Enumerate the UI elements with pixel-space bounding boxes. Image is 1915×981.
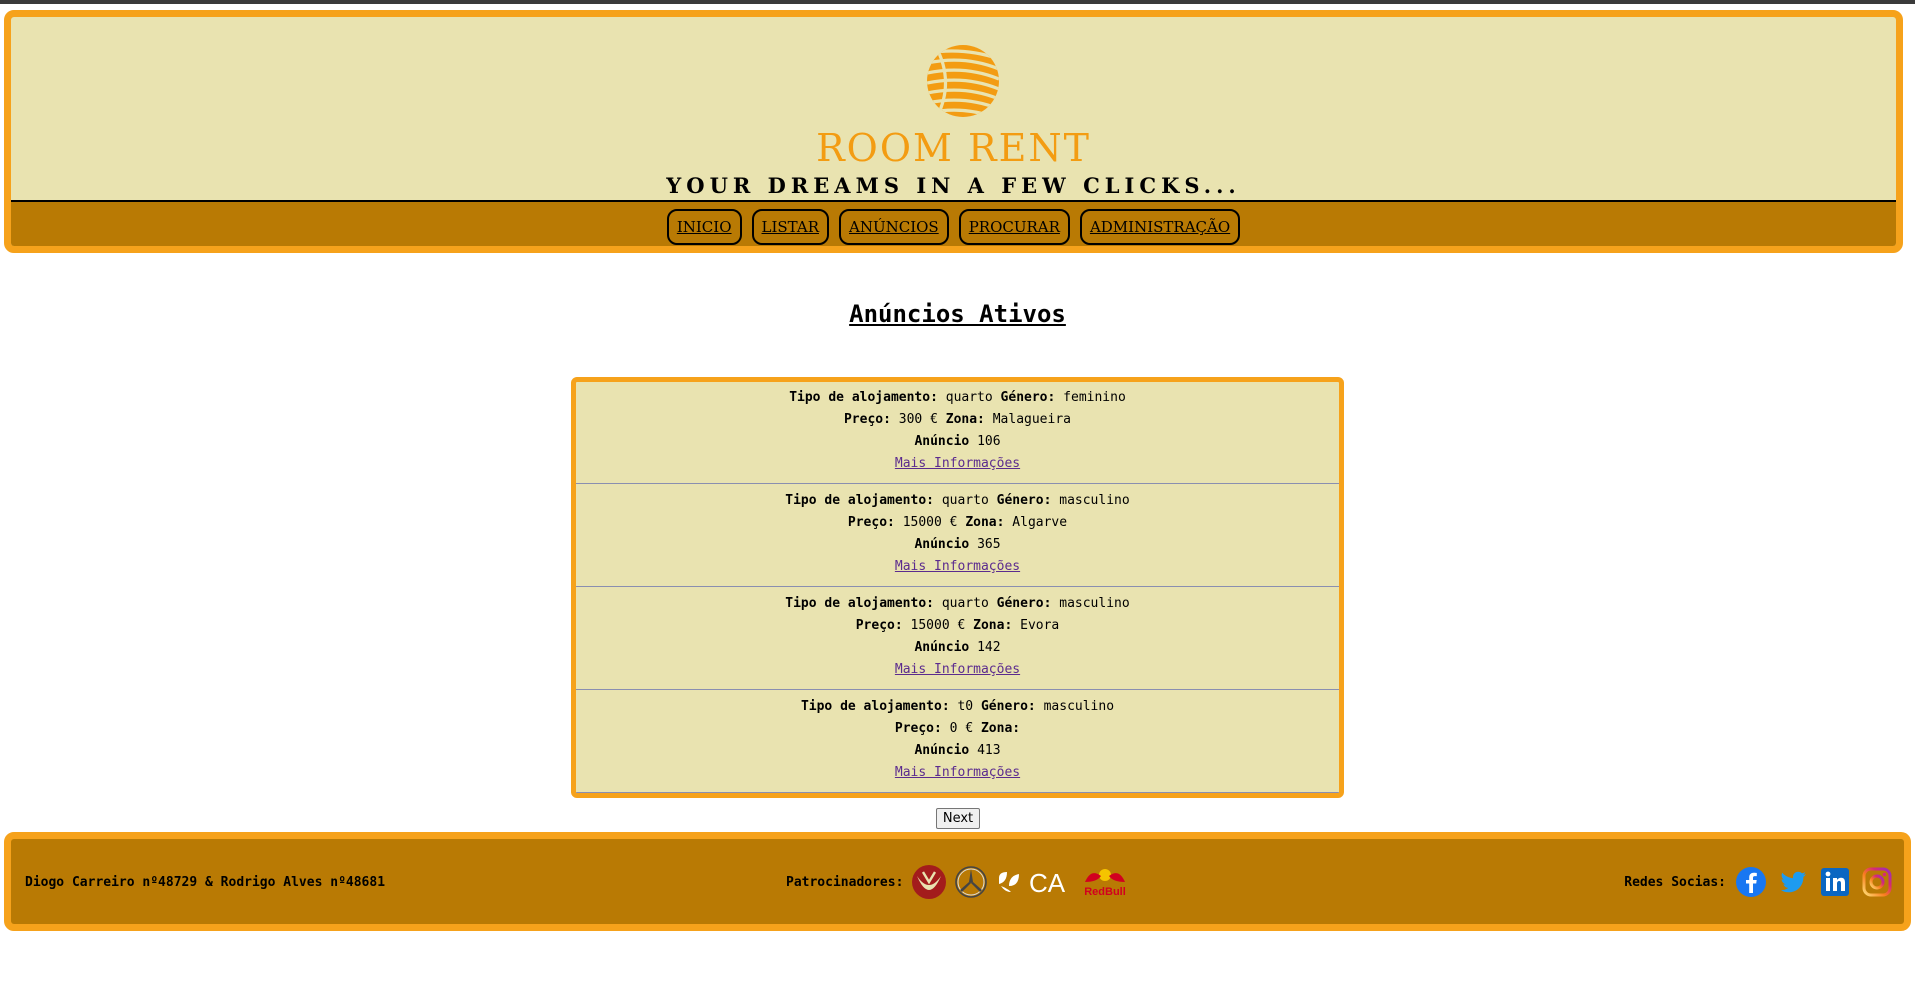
zona-label: Zona: (945, 412, 985, 427)
page-title: Anúncios Ativos (849, 300, 1066, 328)
genero-value: feminino (1063, 390, 1126, 405)
zona-value: Evora (1020, 618, 1060, 633)
zona-label: Zona: (980, 721, 1021, 736)
preco-value: 15000 € (910, 618, 966, 633)
tipo-value: t0 (957, 699, 974, 714)
more-info-link[interactable]: Mais Informações (895, 456, 1020, 471)
nav-administracao[interactable]: ADMINISTRAÇÃO (1079, 209, 1241, 245)
more-info-link[interactable]: Mais Informações (895, 765, 1020, 780)
tipo-value: quarto (945, 390, 993, 405)
anuncio-value: 365 (977, 537, 1001, 552)
next-button[interactable]: Next (936, 808, 980, 829)
facebook-icon[interactable] (1734, 865, 1768, 899)
nav-listar[interactable]: LISTAR (751, 209, 829, 245)
instagram-icon[interactable] (1860, 865, 1894, 899)
tipo-label: Tipo de alojamento: (785, 596, 934, 611)
footer-authors: Diogo Carreiro nº48729 & Rodrigo Alves n… (25, 875, 386, 890)
mercedes-logo (955, 866, 988, 898)
brand-title: ROOM RENT (816, 126, 1091, 170)
anuncio-label: Anúncio (914, 537, 970, 552)
preco-value: 300 € (898, 412, 938, 427)
site-header: ROOM RENT YOUR DREAMS IN A FEW CLICKS...… (4, 10, 1903, 253)
redbull-logo: RedBull (1085, 869, 1127, 898)
genero-value: masculino (1043, 699, 1115, 714)
anuncio-label: Anúncio (914, 743, 970, 758)
preco-label: Preço: (843, 412, 891, 427)
preco-label: Preço: (847, 515, 895, 530)
zona-label: Zona: (965, 515, 1005, 530)
more-info-link[interactable]: Mais Informações (895, 559, 1020, 574)
sponsors-label: Patrocinadores: (786, 874, 904, 890)
anuncio-label: Anúncio (914, 640, 970, 655)
listings-panel: Tipo de alojamento: quarto Género: femin… (571, 377, 1344, 798)
svg-text:CA: CA (1029, 868, 1066, 898)
genero-label: Género: (996, 493, 1052, 508)
more-info-link[interactable]: Mais Informações (895, 662, 1020, 677)
tipo-value: quarto (941, 596, 989, 611)
site-footer: Diogo Carreiro nº48729 & Rodrigo Alves n… (4, 832, 1911, 931)
nav-procurar[interactable]: PROCURAR (958, 209, 1070, 245)
sun-stripes-logo (927, 45, 999, 117)
genero-value: masculino (1059, 493, 1130, 508)
listing-item: Tipo de alojamento: quarto Género: femin… (576, 382, 1339, 484)
twitter-icon[interactable] (1776, 865, 1810, 899)
credito-agricola-logo: CA (999, 868, 1066, 898)
tipo-value: quarto (941, 493, 989, 508)
tagline: YOUR DREAMS IN A FEW CLICKS... (666, 173, 1241, 198)
genero-label: Género: (980, 699, 1036, 714)
social-label: Redes Socias: (1624, 874, 1726, 890)
linkedin-icon[interactable] (1818, 865, 1852, 899)
zona-label: Zona: (973, 618, 1013, 633)
nav-anuncios[interactable]: ANÚNCIOS (839, 209, 949, 245)
browser-top-strip (0, 0, 1915, 4)
nav-inicio[interactable]: INICIO (666, 209, 742, 245)
listing-item: Tipo de alojamento: quarto Género: mascu… (576, 485, 1339, 587)
social-section: Redes Socias: (1624, 860, 1894, 904)
sponsors-section: Patrocinadores: CA RedBull (786, 859, 1129, 905)
main-nav: INICIO LISTAR ANÚNCIOS PROCURAR ADMINIST… (11, 200, 1896, 246)
anuncio-label: Anúncio (914, 434, 970, 449)
anuncio-value: 413 (977, 743, 1001, 758)
genero-label: Género: (1000, 390, 1056, 405)
anuncio-value: 142 (977, 640, 1001, 655)
tipo-label: Tipo de alojamento: (789, 390, 938, 405)
listing-item: Tipo de alojamento: t0 Género: masculino… (576, 691, 1339, 793)
preco-value: 15000 € (902, 515, 958, 530)
tipo-label: Tipo de alojamento: (785, 493, 934, 508)
preco-label: Preço: (855, 618, 903, 633)
svg-text:RedBull: RedBull (1085, 886, 1127, 898)
zona-value: Malagueira (992, 412, 1071, 427)
tipo-label: Tipo de alojamento: (800, 699, 950, 714)
preco-value: 0 € (949, 721, 974, 736)
genero-label: Género: (996, 596, 1052, 611)
preco-label: Preço: (894, 721, 942, 736)
genero-value: masculino (1059, 596, 1130, 611)
listing-item: Tipo de alojamento: quarto Género: mascu… (576, 588, 1339, 690)
anuncio-value: 106 (977, 434, 1001, 449)
university-crest-logo (912, 865, 947, 899)
zona-value: Algarve (1012, 515, 1068, 530)
